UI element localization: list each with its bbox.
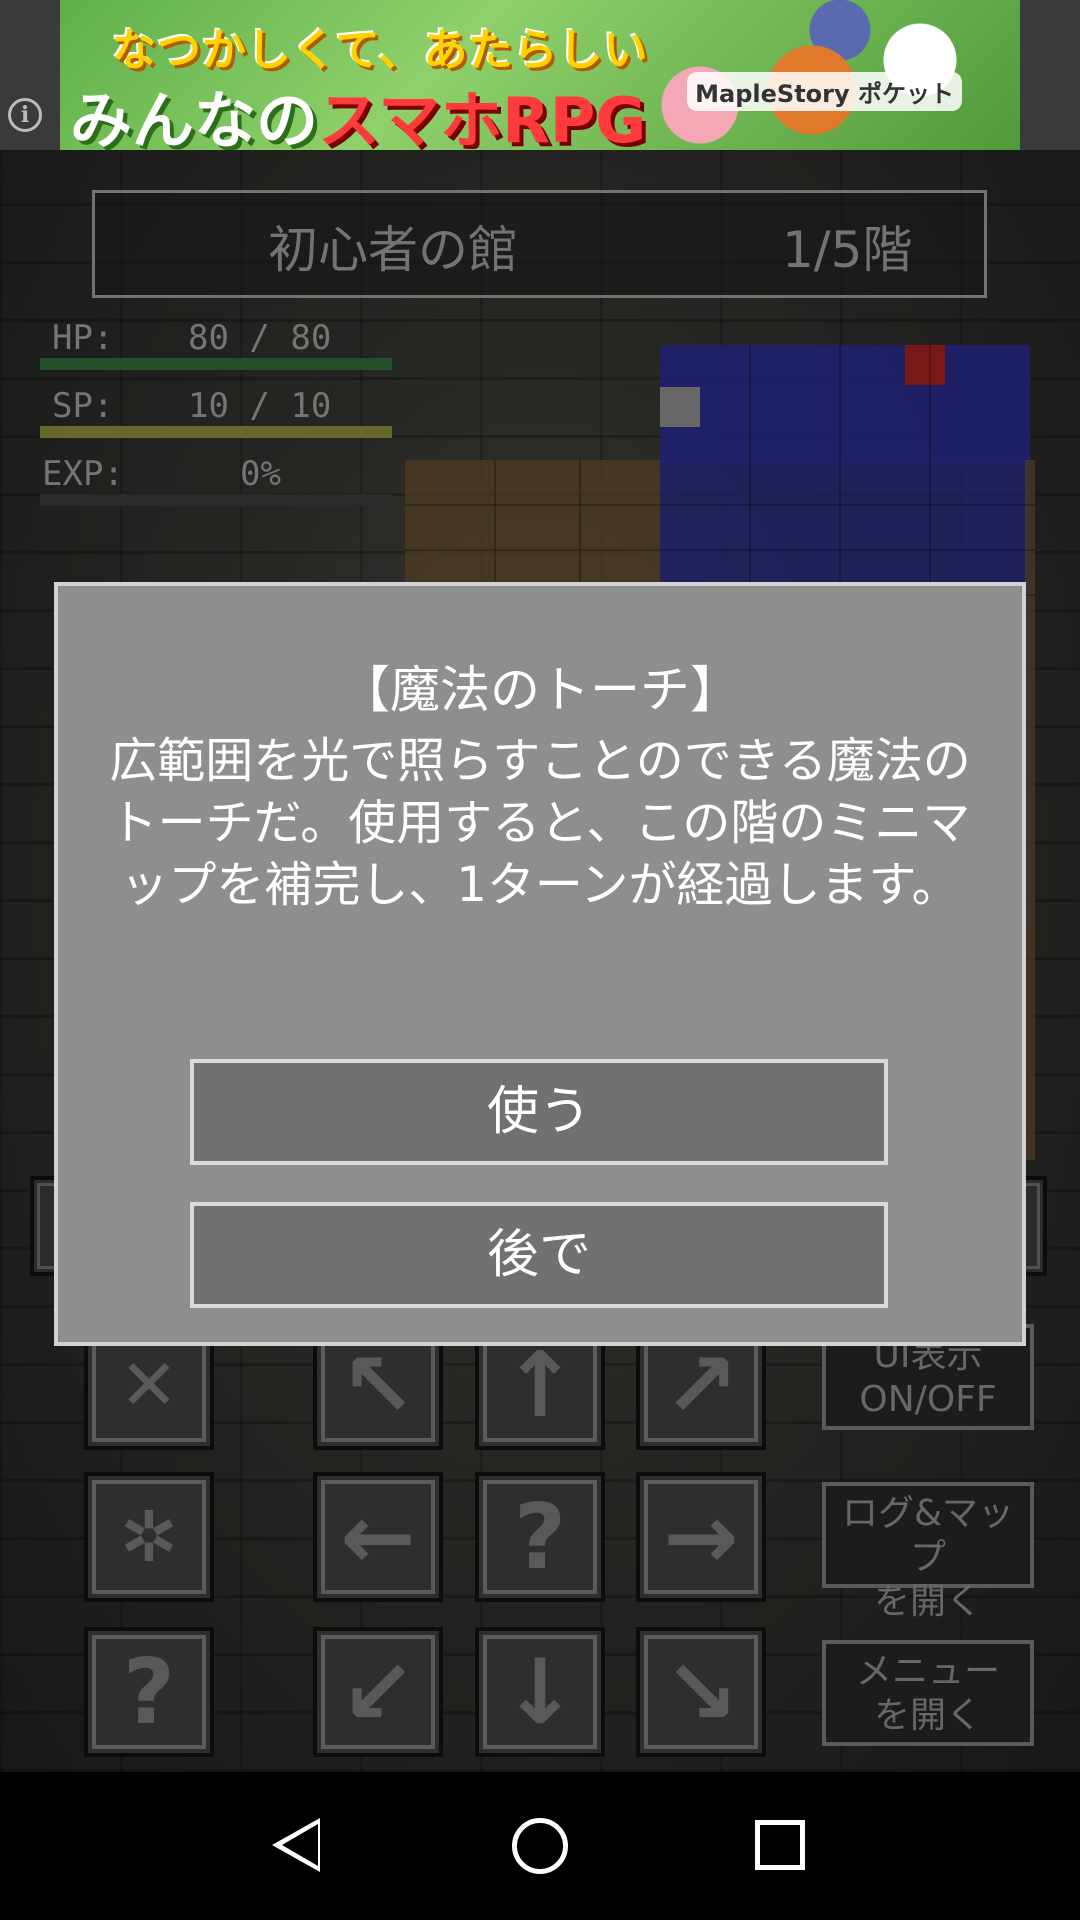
- ad-banner[interactable]: なつかしくて、あたらしい みんなのスマホRPG MapleStory ポケット …: [0, 0, 1080, 150]
- later-button[interactable]: 後で: [190, 1202, 888, 1308]
- home-icon[interactable]: [512, 1818, 568, 1874]
- back-icon-inner: [282, 1824, 318, 1866]
- ad-info-icon[interactable]: i: [8, 98, 42, 132]
- ad-brand-logo: MapleStory ポケット: [687, 72, 962, 111]
- recent-apps-icon[interactable]: [755, 1820, 805, 1870]
- dialog-description: 広範囲を光で照らすことのできる魔法のトーチだ。使用すると、この階のミニマップを補…: [109, 733, 971, 913]
- ad-subheadline-highlight: スマホRPG: [318, 84, 647, 150]
- ad-image[interactable]: なつかしくて、あたらしい みんなのスマホRPG MapleStory ポケット: [60, 0, 1020, 150]
- ad-headline: なつかしくて、あたらしい: [112, 25, 649, 76]
- use-button[interactable]: 使う: [190, 1059, 888, 1165]
- dialog-title: 【魔法のトーチ】: [340, 661, 740, 719]
- ad-subheadline-prefix: みんなの: [70, 84, 319, 150]
- ad-subheadline: みんなのスマホRPG: [70, 70, 646, 150]
